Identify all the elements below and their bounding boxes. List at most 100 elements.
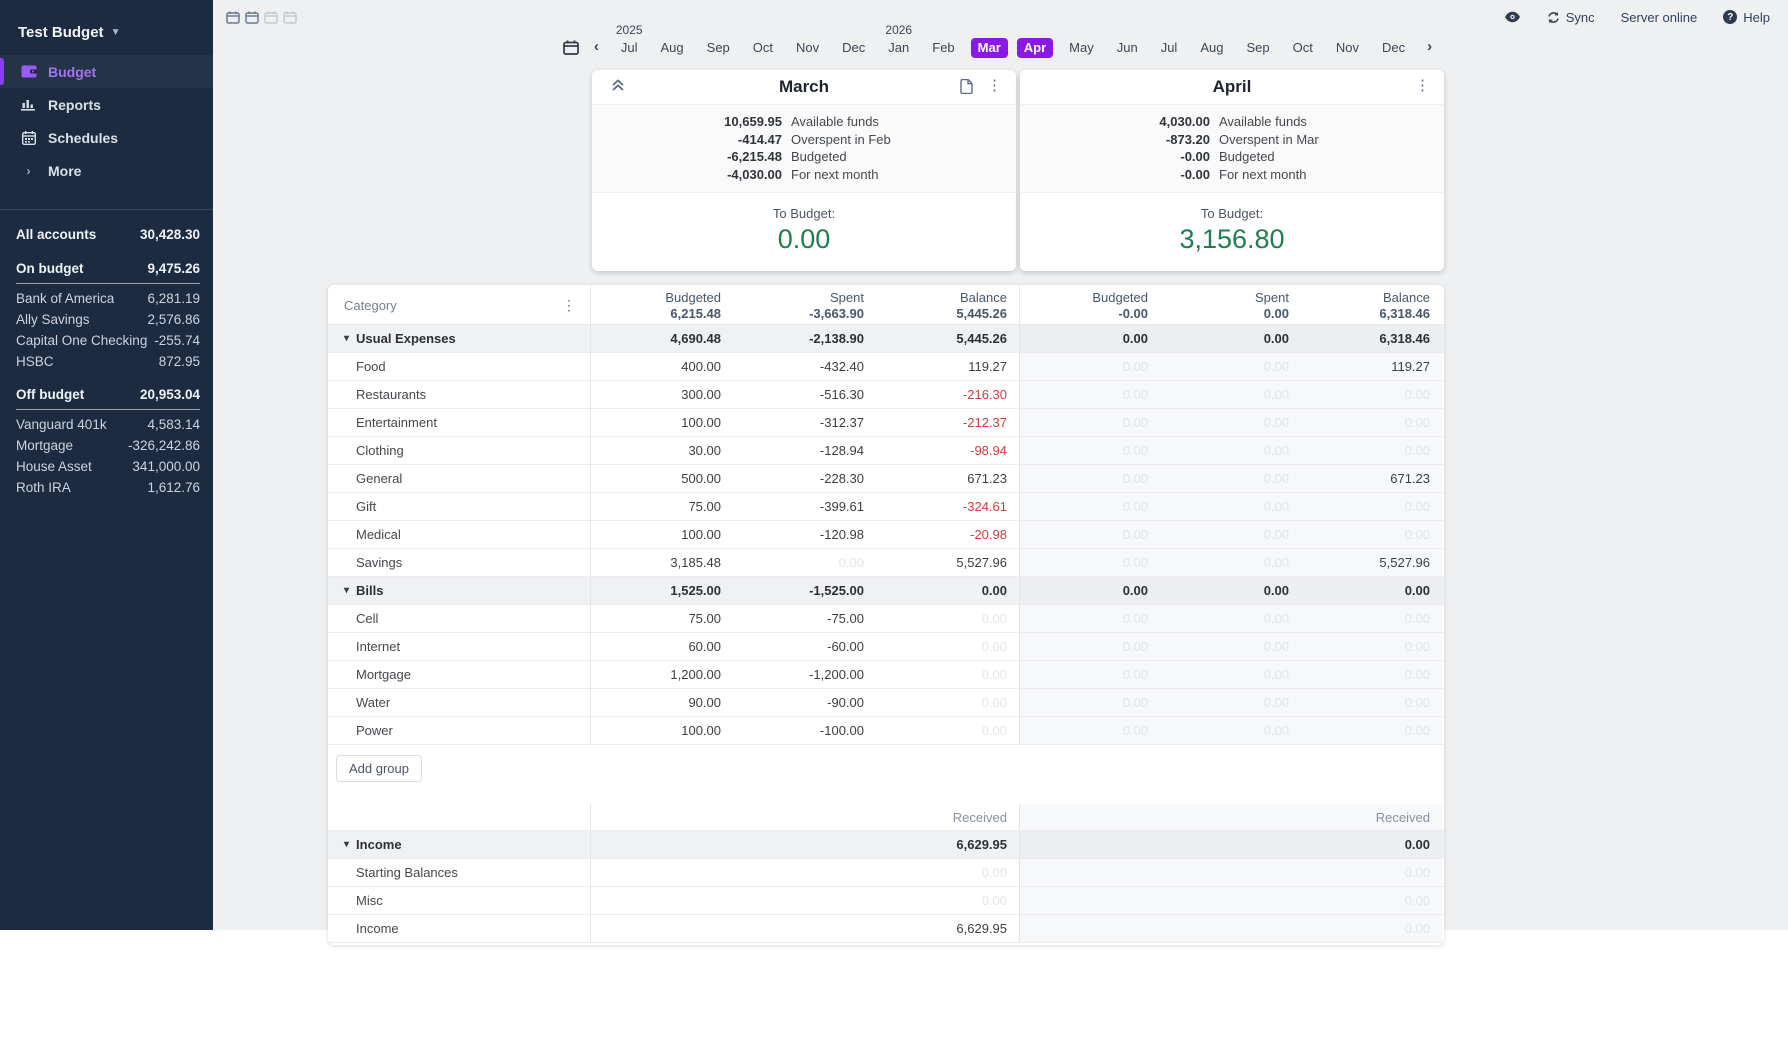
month-nav-item-mar[interactable]: Mar <box>971 22 1008 58</box>
april-budgeted-cell[interactable]: 0.00 <box>1019 493 1160 520</box>
april-spent-cell[interactable] <box>1160 915 1301 942</box>
march-budgeted-cell[interactable] <box>590 859 733 886</box>
april-budgeted-cell[interactable] <box>1019 859 1160 886</box>
april-spent-cell[interactable]: 0.00 <box>1160 353 1301 380</box>
april-balance-cell[interactable]: 0.00 <box>1301 633 1442 660</box>
april-balance-cell[interactable]: 0.00 <box>1301 887 1442 914</box>
collapse-group-icon[interactable]: ▾ <box>344 839 349 850</box>
march-spent-cell[interactable]: 0.00 <box>733 549 876 576</box>
april-spent-cell[interactable]: 0.00 <box>1160 605 1301 632</box>
april-balance-cell[interactable]: 0.00 <box>1301 381 1442 408</box>
april-balance-cell[interactable]: 0.00 <box>1301 859 1442 886</box>
april-budgeted-cell[interactable]: 0.00 <box>1019 353 1160 380</box>
march-spent-cell[interactable]: -432.40 <box>733 353 876 380</box>
month-nav-item-nov[interactable]: Nov <box>1329 22 1366 58</box>
account-item[interactable]: Capital One Checking-255.74 <box>16 330 200 351</box>
march-balance-cell[interactable]: 0.00 <box>876 717 1019 744</box>
add-group-button[interactable]: Add group <box>336 755 422 782</box>
category-name[interactable]: Savings <box>328 549 590 576</box>
prev-month-button[interactable]: ‹ <box>588 38 605 58</box>
march-spent-cell[interactable]: -90.00 <box>733 689 876 716</box>
march-budgeted-cell[interactable]: 300.00 <box>590 381 733 408</box>
sidebar-item-budget[interactable]: Budget <box>0 55 213 88</box>
april-spent-cell[interactable]: 0.00 <box>1160 493 1301 520</box>
march-spent-cell[interactable]: -120.98 <box>733 521 876 548</box>
account-item[interactable]: House Asset341,000.00 <box>16 456 200 477</box>
april-balance-cell[interactable]: 0.00 <box>1301 717 1442 744</box>
category-name[interactable]: Cell <box>328 605 590 632</box>
month-menu-icon[interactable]: ⋮ <box>1415 77 1430 95</box>
march-budgeted-cell[interactable]: 100.00 <box>590 521 733 548</box>
month-nav-item-sep[interactable]: Sep <box>1239 22 1276 58</box>
category-name[interactable]: Food <box>328 353 590 380</box>
march-spent-cell[interactable]: -312.37 <box>733 409 876 436</box>
category-name[interactable]: Medical <box>328 521 590 548</box>
notes-icon[interactable] <box>960 79 973 94</box>
march-balance-cell[interactable]: 6,629.95 <box>876 915 1019 942</box>
month-nav-item-jul[interactable]: Jul <box>1154 22 1185 58</box>
month-nav-item-aug[interactable]: Aug <box>654 22 691 58</box>
march-budgeted-cell[interactable]: 1,200.00 <box>590 661 733 688</box>
account-item[interactable]: Vanguard 401k4,583.14 <box>16 414 200 435</box>
collapse-group-icon[interactable]: ▾ <box>344 585 349 596</box>
march-budgeted-cell[interactable]: 500.00 <box>590 465 733 492</box>
account-item[interactable]: Mortgage-326,242.86 <box>16 435 200 456</box>
march-spent-cell[interactable] <box>733 887 876 914</box>
march-spent-cell[interactable]: -1,525.00 <box>733 577 876 604</box>
april-balance-cell[interactable]: 6,318.46 <box>1301 325 1442 352</box>
category-group-name[interactable]: ▾Usual Expenses <box>328 325 590 352</box>
april-budgeted-cell[interactable]: 0.00 <box>1019 521 1160 548</box>
april-budgeted-cell[interactable]: 0.00 <box>1019 577 1160 604</box>
april-budgeted-cell[interactable]: 0.00 <box>1019 605 1160 632</box>
march-spent-cell[interactable] <box>733 831 876 858</box>
month-nav-item-jul[interactable]: 2025Jul <box>614 22 645 58</box>
april-budgeted-cell[interactable]: 0.00 <box>1019 381 1160 408</box>
april-budgeted-cell[interactable]: 0.00 <box>1019 633 1160 660</box>
march-spent-cell[interactable]: -128.94 <box>733 437 876 464</box>
march-budgeted-cell[interactable]: 1,525.00 <box>590 577 733 604</box>
category-menu-icon[interactable]: ⋮ <box>562 297 578 314</box>
month-nav-item-oct[interactable]: Oct <box>746 22 780 58</box>
march-budgeted-cell[interactable] <box>590 831 733 858</box>
april-balance-cell[interactable]: 119.27 <box>1301 353 1442 380</box>
month-nav-item-jun[interactable]: Jun <box>1110 22 1145 58</box>
april-budgeted-cell[interactable]: 0.00 <box>1019 325 1160 352</box>
month-nav-item-nov[interactable]: Nov <box>789 22 826 58</box>
march-balance-cell[interactable]: 119.27 <box>876 353 1019 380</box>
budget-file-switcher[interactable]: Test Budget ▼ <box>0 0 213 55</box>
march-balance-cell[interactable]: 0.00 <box>876 605 1019 632</box>
april-spent-cell[interactable]: 0.00 <box>1160 381 1301 408</box>
april-budgeted-cell[interactable]: 0.00 <box>1019 717 1160 744</box>
category-group-name[interactable]: ▾Income <box>328 831 590 858</box>
march-spent-cell[interactable]: -2,138.90 <box>733 325 876 352</box>
category-name[interactable]: Entertainment <box>328 409 590 436</box>
march-budgeted-cell[interactable]: 75.00 <box>590 493 733 520</box>
march-balance-cell[interactable]: -216.30 <box>876 381 1019 408</box>
march-balance-cell[interactable]: 0.00 <box>876 577 1019 604</box>
month-nav-item-apr[interactable]: Apr <box>1017 22 1053 58</box>
march-budgeted-cell[interactable] <box>590 887 733 914</box>
april-balance-cell[interactable]: 0.00 <box>1301 605 1442 632</box>
march-balance-cell[interactable]: -98.94 <box>876 437 1019 464</box>
april-budgeted-cell[interactable] <box>1019 915 1160 942</box>
april-budgeted-cell[interactable]: 0.00 <box>1019 549 1160 576</box>
march-budgeted-cell[interactable]: 75.00 <box>590 605 733 632</box>
category-group-name[interactable]: ▾Bills <box>328 577 590 604</box>
april-budgeted-cell[interactable] <box>1019 831 1160 858</box>
category-name[interactable]: General <box>328 465 590 492</box>
march-budgeted-cell[interactable]: 3,185.48 <box>590 549 733 576</box>
march-budgeted-cell[interactable]: 60.00 <box>590 633 733 660</box>
category-name[interactable]: Starting Balances <box>328 859 590 886</box>
march-spent-cell[interactable]: -1,200.00 <box>733 661 876 688</box>
march-balance-cell[interactable]: 0.00 <box>876 689 1019 716</box>
april-spent-cell[interactable]: 0.00 <box>1160 633 1301 660</box>
april-budgeted-cell[interactable]: 0.00 <box>1019 437 1160 464</box>
category-name[interactable]: Mortgage <box>328 661 590 688</box>
collapse-months-icon[interactable] <box>610 78 626 93</box>
account-item[interactable]: Roth IRA1,612.76 <box>16 477 200 498</box>
sidebar-item-more[interactable]: › More <box>0 154 213 187</box>
april-balance-cell[interactable]: 5,527.96 <box>1301 549 1442 576</box>
calendar-picker-icon[interactable] <box>563 40 579 55</box>
month-nav-item-dec[interactable]: Dec <box>835 22 872 58</box>
march-spent-cell[interactable]: -75.00 <box>733 605 876 632</box>
